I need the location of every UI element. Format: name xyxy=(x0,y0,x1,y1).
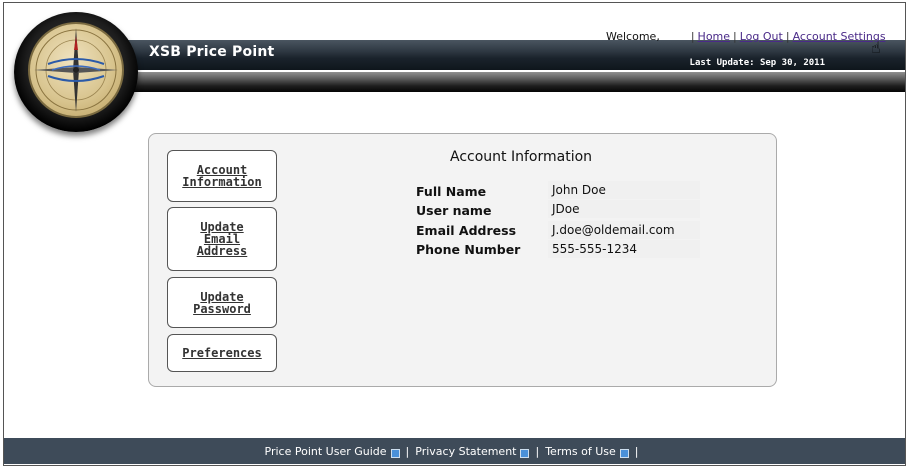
external-link-icon xyxy=(390,448,400,458)
button-label-line: Password xyxy=(193,301,251,316)
button-label-line: Preferences xyxy=(182,346,262,360)
logout-link[interactable]: Log Out xyxy=(740,30,783,43)
update-email-address-button[interactable]: Update Email Address xyxy=(167,207,277,271)
footer-link-label: Price Point User Guide xyxy=(264,444,387,458)
welcome-text: Welcome, xyxy=(606,30,660,43)
email-address-value: J.doe@oldemail.com xyxy=(548,221,700,239)
footer-link-privacy[interactable]: Privacy Statement xyxy=(415,444,530,458)
button-label-line: Update xyxy=(200,289,244,304)
account-information-button[interactable]: Account Information xyxy=(167,150,277,202)
separator: | xyxy=(733,30,737,43)
footer-link-terms[interactable]: Terms of Use xyxy=(545,445,629,458)
external-link-icon xyxy=(520,448,530,458)
footer-separator: | xyxy=(535,444,540,458)
username-value: JDoe xyxy=(548,200,700,218)
footer-bar: Price Point User Guide | Privacy Stateme… xyxy=(4,438,905,464)
top-links: Welcome, | Home | Log Out | Account Settings xyxy=(606,30,886,43)
separator: | xyxy=(785,30,790,43)
email-address-label: Email Address xyxy=(416,223,517,238)
last-update: Last Update: Sep 30, 2011 xyxy=(689,58,825,68)
footer-link-user-guide[interactable]: Price Point User Guide xyxy=(265,445,400,458)
separator: | xyxy=(690,30,695,43)
external-link-icon xyxy=(619,448,629,458)
username-label: User name xyxy=(416,203,492,218)
footer-separator: | xyxy=(405,444,410,458)
compass-face-icon xyxy=(28,22,124,118)
button-label-line: Address xyxy=(196,244,248,258)
header-shadow xyxy=(100,72,905,92)
footer-link-label: Privacy Statement xyxy=(415,444,517,458)
phone-number-label: Phone Number xyxy=(416,242,521,257)
preferences-button[interactable]: Preferences xyxy=(167,334,277,372)
phone-number-value: 555-555-1234 xyxy=(548,240,700,258)
compass-logo xyxy=(14,12,138,132)
app-title: XSB Price Point xyxy=(149,44,275,60)
button-label-line: Information xyxy=(182,175,262,189)
footer-separator: | xyxy=(634,444,639,458)
home-link[interactable]: Home xyxy=(698,30,730,43)
update-password-button[interactable]: Update Password xyxy=(167,277,277,328)
full-name-value: John Doe xyxy=(548,181,700,199)
footer-link-label: Terms of Use xyxy=(545,444,616,458)
full-name-label: Full Name xyxy=(416,184,487,199)
account-info-title: Account Information xyxy=(450,149,593,165)
hand-cursor-icon: ☝ xyxy=(871,38,881,57)
